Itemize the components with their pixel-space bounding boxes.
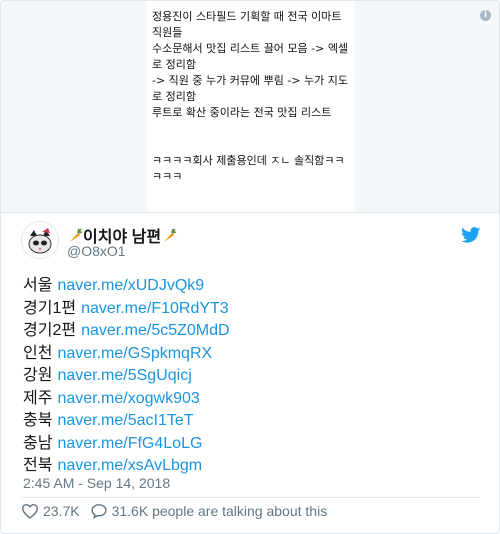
region-label: 제주 bbox=[23, 389, 53, 407]
list-item: 충남 naver.me/FfG4LoLG bbox=[23, 433, 230, 456]
speech-bubble-icon bbox=[90, 504, 107, 519]
region-link[interactable]: naver.me/xUDJvQk9 bbox=[57, 277, 204, 294]
list-item: 강원 naver.me/5SgUqicj bbox=[23, 365, 230, 388]
info-icon[interactable]: i bbox=[480, 10, 491, 21]
region-link[interactable]: naver.me/5acI1TeT bbox=[57, 412, 193, 429]
list-item: 서울 naver.me/xUDJvQk9 bbox=[23, 275, 230, 298]
user-handle[interactable]: @O8xO1 bbox=[67, 243, 126, 259]
region-label: 전북 bbox=[23, 457, 53, 474]
region-label: 경기2편 bbox=[23, 322, 77, 339]
region-label: 서울 bbox=[23, 277, 53, 294]
region-link[interactable]: naver.me/xsAvLbgm bbox=[57, 457, 202, 474]
tweet-text: 서울 naver.me/xUDJvQk9 경기1편 naver.me/F10RdYT… bbox=[23, 275, 230, 478]
region-link[interactable]: naver.me/xogwk903 bbox=[57, 390, 199, 407]
talking-count-text: 31.6K people are talking about this bbox=[111, 503, 328, 519]
region-label: 강원 bbox=[23, 367, 53, 384]
region-link[interactable]: naver.me/5SgUqicj bbox=[57, 367, 191, 384]
list-item: 제주 naver.me/xogwk903 bbox=[23, 388, 230, 411]
like-count: 23.7K bbox=[43, 503, 80, 519]
avatar[interactable] bbox=[21, 221, 59, 259]
like-button[interactable]: 23.7K bbox=[21, 503, 80, 519]
list-item: 인천 naver.me/GSpkmqRX bbox=[23, 343, 230, 366]
region-link[interactable]: naver.me/F10RdYT3 bbox=[81, 300, 229, 317]
region-link[interactable]: naver.me/GSpkmqRX bbox=[57, 345, 212, 362]
list-item: 경기2편 naver.me/5c5Z0MdD bbox=[23, 320, 230, 343]
region-label: 충남 bbox=[23, 434, 53, 452]
media-image-text: 정용진이 스타필드 기획할 때 전국 이마트 직원들 수소문해서 맛집 리스트 … bbox=[152, 10, 349, 183]
twitter-bird-icon[interactable] bbox=[461, 227, 481, 243]
region-link[interactable]: naver.me/FfG4LoLG bbox=[57, 435, 202, 452]
region-label: 충북 bbox=[23, 412, 53, 429]
tweet-card: 정용진이 스타필드 기획할 때 전국 이마트 직원들 수소문해서 맛집 리스트 … bbox=[0, 0, 500, 534]
region-label: 경기1편 bbox=[23, 299, 77, 317]
tweet-actions: 23.7K 31.6K people are talking about thi… bbox=[21, 503, 337, 519]
list-item: 경기1편 naver.me/F10RdYT3 bbox=[23, 298, 230, 321]
tweet-media[interactable]: 정용진이 스타필드 기획할 때 전국 이마트 직원들 수소문해서 맛집 리스트 … bbox=[1, 1, 499, 213]
heart-icon bbox=[21, 503, 39, 519]
reply-button[interactable]: 31.6K people are talking about this bbox=[90, 503, 328, 519]
divider bbox=[21, 497, 479, 498]
carrot-icon bbox=[161, 228, 177, 249]
list-item: 충북 naver.me/5acI1TeT bbox=[23, 410, 230, 433]
tweet-timestamp[interactable]: 2:45 AM - Sep 14, 2018 bbox=[23, 475, 170, 491]
region-label: 인천 bbox=[23, 344, 53, 362]
region-link[interactable]: naver.me/5c5Z0MdD bbox=[81, 322, 230, 339]
media-image[interactable]: 정용진이 스타필드 기획할 때 전국 이마트 직원들 수소문해서 맛집 리스트 … bbox=[147, 1, 355, 212]
